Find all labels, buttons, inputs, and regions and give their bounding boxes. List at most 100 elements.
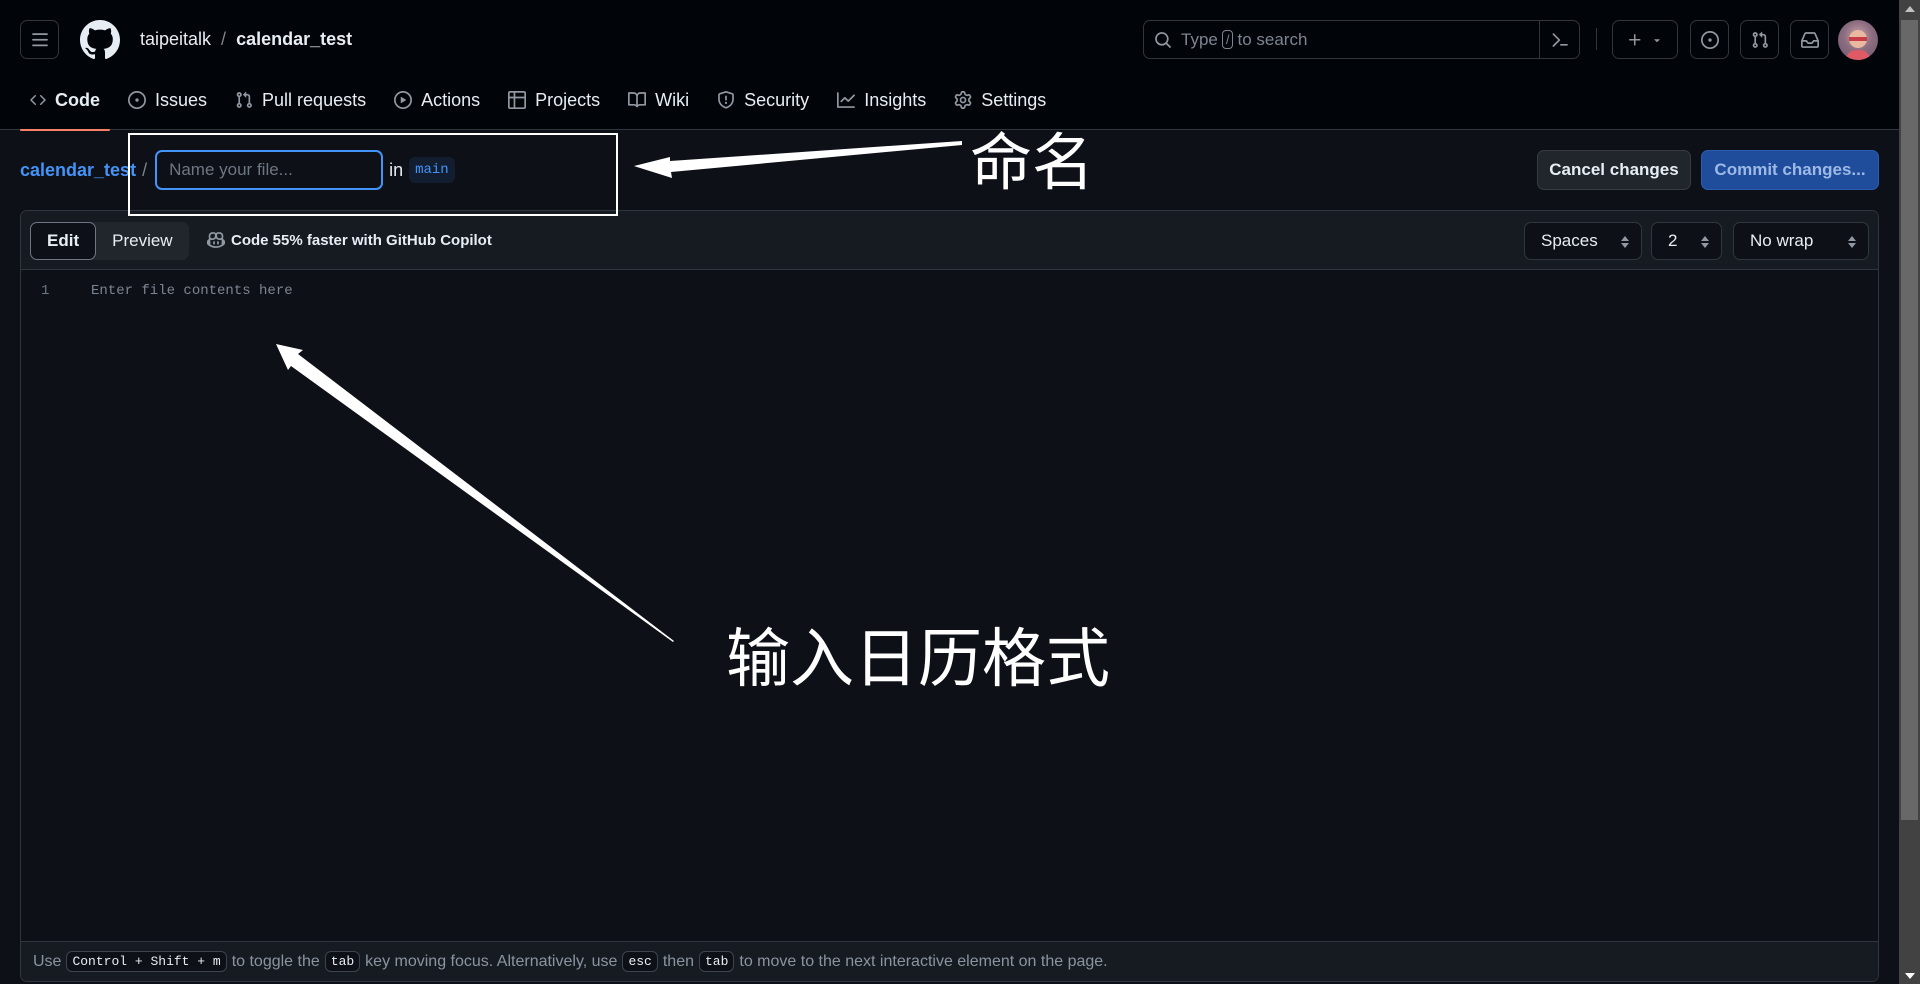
file-editor: Edit Preview Code 55% faster with GitHub… bbox=[20, 210, 1879, 982]
triangle-down-icon bbox=[1654, 38, 1660, 42]
repo-root-link[interactable]: calendar_test bbox=[20, 160, 136, 181]
hamburger-icon bbox=[31, 32, 48, 46]
tab-code[interactable]: Code bbox=[20, 86, 110, 131]
avatar-shirt bbox=[1846, 50, 1870, 60]
indent-mode-select[interactable]: Spaces bbox=[1524, 222, 1642, 260]
tab-label: Projects bbox=[535, 89, 601, 110]
your-issues-button[interactable] bbox=[1690, 20, 1729, 59]
github-logo-icon[interactable] bbox=[80, 20, 120, 60]
global-header: taipeitalk / calendar_test Type / to sea… bbox=[0, 0, 1899, 131]
editor-placeholder: Enter file contents here bbox=[91, 283, 293, 299]
code-editor-area[interactable]: 1 Enter file contents here bbox=[21, 271, 1878, 921]
copilot-promo-text: Code 55% faster with GitHub Copilot bbox=[231, 231, 492, 249]
table-icon bbox=[508, 91, 527, 109]
play-icon bbox=[394, 91, 413, 109]
issue-opened-icon bbox=[1700, 30, 1719, 49]
repo-link[interactable]: calendar_test bbox=[236, 29, 352, 50]
git-pull-request-icon bbox=[1752, 31, 1768, 48]
book-icon bbox=[628, 92, 647, 108]
kbd-esc: esc bbox=[622, 951, 658, 972]
menu-button[interactable] bbox=[20, 20, 59, 59]
tab-issues[interactable]: Issues bbox=[118, 86, 217, 114]
breadcrumb-separator: / bbox=[221, 29, 227, 49]
inbox-button[interactable] bbox=[1790, 20, 1829, 59]
command-palette-icon bbox=[1552, 32, 1568, 47]
scrollbar-thumb[interactable] bbox=[1901, 20, 1918, 820]
search-icon bbox=[1155, 31, 1171, 48]
tab-pull-requests[interactable]: Pull requests bbox=[225, 86, 376, 114]
commit-changes-button[interactable]: Commit changes... bbox=[1701, 150, 1879, 190]
command-palette-button[interactable] bbox=[1539, 21, 1579, 58]
tab-preview[interactable]: Preview bbox=[96, 222, 188, 260]
search-shortcut-key: / bbox=[1221, 30, 1234, 49]
tab-projects[interactable]: Projects bbox=[498, 86, 610, 114]
tab-label: Insights bbox=[864, 89, 927, 110]
scroll-down-button[interactable] bbox=[1899, 967, 1920, 984]
your-pull-requests-button[interactable] bbox=[1740, 20, 1779, 59]
tab-label: Issues bbox=[155, 89, 208, 110]
kbd-tab: tab bbox=[698, 951, 735, 972]
branch-badge: main bbox=[409, 157, 455, 183]
tab-label: Settings bbox=[981, 89, 1047, 110]
kbd-toggle-shortcut: Control + Shift + m bbox=[66, 951, 227, 972]
repo-breadcrumb: taipeitalk / calendar_test bbox=[140, 29, 352, 50]
header-divider bbox=[1596, 28, 1597, 50]
search-input[interactable]: Type / to search bbox=[1143, 20, 1580, 59]
tab-edit[interactable]: Edit bbox=[30, 222, 97, 260]
hint-text: to move to the next interactive element … bbox=[739, 952, 1108, 970]
gear-icon bbox=[954, 91, 972, 109]
kbd-tab: tab bbox=[324, 951, 361, 972]
path-separator: / bbox=[142, 159, 148, 180]
select-caret-icon bbox=[1701, 236, 1709, 248]
avatar[interactable] bbox=[1838, 20, 1878, 60]
create-new-button[interactable] bbox=[1612, 20, 1678, 59]
indent-size-select[interactable]: 2 bbox=[1651, 222, 1722, 260]
tab-label: Pull requests bbox=[262, 89, 367, 110]
indent-mode-value: Spaces bbox=[1541, 231, 1598, 250]
keyboard-hint-footer: Use Control + Shift + m to toggle the ta… bbox=[21, 941, 1878, 981]
indent-size-value: 2 bbox=[1668, 231, 1678, 250]
triangle-down-icon bbox=[1904, 972, 1915, 979]
shield-icon bbox=[718, 91, 735, 109]
code-icon bbox=[30, 94, 46, 106]
avatar-glasses bbox=[1849, 37, 1867, 41]
hint-text: then bbox=[662, 952, 694, 970]
repo-nav: Code Issues Pull requests Actions Projec… bbox=[20, 86, 1064, 131]
wrap-mode-value: No wrap bbox=[1750, 231, 1814, 250]
inbox-icon bbox=[1800, 31, 1819, 48]
annotation-arrow-to-filename bbox=[634, 141, 962, 178]
edit-preview-toggle: Edit Preview bbox=[30, 222, 189, 260]
filename-input[interactable] bbox=[155, 150, 384, 190]
tab-label: Wiki bbox=[655, 89, 690, 110]
tab-settings[interactable]: Settings bbox=[944, 86, 1056, 114]
git-pull-request-icon bbox=[236, 91, 252, 108]
cancel-changes-button[interactable]: Cancel changes bbox=[1537, 150, 1691, 190]
search-placeholder-after: to search bbox=[1237, 29, 1308, 49]
plus-icon bbox=[1629, 33, 1641, 45]
tab-insights[interactable]: Insights bbox=[827, 86, 936, 114]
editor-toolbar: Edit Preview Code 55% faster with GitHub… bbox=[21, 211, 1878, 270]
tab-actions[interactable]: Actions bbox=[384, 86, 490, 114]
tab-label: Security bbox=[744, 89, 810, 110]
copilot-icon bbox=[207, 232, 225, 248]
tab-security[interactable]: Security bbox=[707, 86, 819, 114]
issue-opened-icon bbox=[128, 91, 146, 109]
hint-text: to toggle the bbox=[231, 952, 320, 970]
owner-link[interactable]: taipeitalk bbox=[140, 29, 211, 50]
tab-wiki[interactable]: Wiki bbox=[618, 86, 699, 114]
select-caret-icon bbox=[1848, 236, 1856, 248]
hint-text: key moving focus. Alternatively, use bbox=[365, 952, 618, 970]
triangle-up-icon bbox=[1904, 5, 1915, 12]
scroll-up-button[interactable] bbox=[1899, 0, 1920, 17]
line-number: 1 bbox=[41, 283, 50, 299]
branch-prefix: in bbox=[389, 159, 404, 180]
wrap-mode-select[interactable]: No wrap bbox=[1733, 222, 1869, 260]
select-caret-icon bbox=[1621, 236, 1629, 248]
file-path-bar: calendar_test / in main bbox=[20, 150, 455, 190]
page-scrollbar[interactable] bbox=[1899, 0, 1920, 984]
copilot-promo-link[interactable]: Code 55% faster with GitHub Copilot bbox=[207, 231, 492, 249]
tab-label: Code bbox=[55, 89, 100, 110]
tab-label: Actions bbox=[421, 89, 481, 110]
search-placeholder-before: Type bbox=[1181, 29, 1218, 49]
graph-icon bbox=[837, 92, 856, 108]
